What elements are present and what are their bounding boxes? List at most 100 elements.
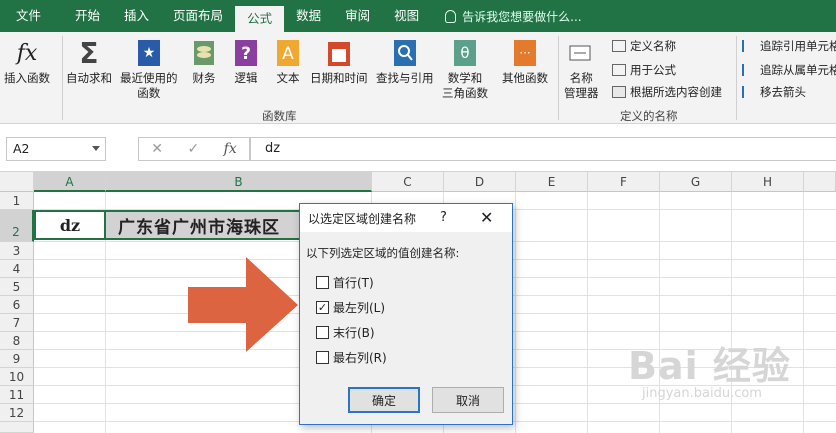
tab-data[interactable]: 数据 (284, 0, 333, 32)
fx-icon[interactable]: fx (224, 141, 237, 157)
defined-names-label: 定义的名称 (620, 109, 678, 123)
col-header-g[interactable]: G (660, 172, 732, 192)
formula-bar: A2 ✕ ✓ fx dz (0, 124, 836, 172)
create-from-selection-label: 根据所选内容创建 (630, 85, 722, 99)
row-header-12[interactable]: 12 (0, 404, 34, 422)
star-book-icon: ★ (135, 38, 163, 68)
checkbox-right-column[interactable] (316, 351, 329, 364)
row-header-9[interactable]: 9 (0, 350, 34, 368)
trace-precedents-icon (742, 40, 756, 52)
tab-formulas[interactable]: 公式 (235, 6, 285, 32)
financial-label: 财务 (192, 71, 216, 85)
tag-icon (612, 40, 626, 52)
row-header-5[interactable]: 5 (0, 278, 34, 296)
grid-tag-icon (612, 86, 626, 98)
lookup-label: 查找与引用 (376, 71, 434, 85)
watermark-brand: Bai 经验 (628, 344, 791, 388)
col-header-h[interactable]: H (732, 172, 804, 192)
recent-label-2: 函数 (137, 86, 161, 100)
sigma-icon: Σ (79, 36, 99, 70)
formula-input[interactable]: dz (250, 137, 836, 161)
check-icon[interactable]: ✓ (187, 141, 199, 157)
col-header-d[interactable]: D (444, 172, 516, 192)
magnifier-book-icon (391, 38, 419, 68)
tab-page-layout[interactable]: 页面布局 (161, 0, 235, 32)
text-a-icon: A (274, 38, 302, 68)
svg-text:★: ★ (142, 45, 155, 61)
tab-review[interactable]: 审阅 (333, 0, 382, 32)
math-label-1: 数学和 (447, 71, 483, 85)
option-right-column[interactable]: 最右列(R) (316, 349, 387, 366)
math-label-2: 三角函数 (442, 86, 488, 100)
math-trig-button[interactable]: θ 数学和 三角函数 (442, 38, 488, 101)
more-functions-button[interactable]: ··· 其他函数 (502, 38, 548, 86)
text-button[interactable]: A 文本 (274, 38, 302, 86)
name-box[interactable]: A2 (6, 137, 106, 161)
svg-text:θ: θ (460, 44, 469, 62)
use-in-formula-button[interactable]: 用于公式 (612, 62, 676, 78)
checkbox-bottom-row[interactable] (316, 326, 329, 339)
define-name-button[interactable]: 定义名称 (612, 38, 676, 54)
trace-dependents-button[interactable]: 追踪从属单元格 (742, 62, 836, 78)
cancel-button[interactable]: 取消 (432, 387, 504, 413)
datetime-button[interactable]: 日期和时间 (310, 38, 368, 86)
remove-arrows-button[interactable]: 移去箭头 (742, 84, 806, 100)
dialog-prompt: 以下列选定区域的值创建名称: (306, 246, 460, 260)
cancel-icon[interactable]: ✕ (151, 141, 163, 157)
row-header-10[interactable]: 10 (0, 368, 34, 386)
recent-functions-button[interactable]: ★ 最近使用的 函数 (120, 38, 178, 101)
row-header-6[interactable]: 6 (0, 296, 34, 314)
financial-button[interactable]: 财务 (190, 38, 218, 86)
formula-buttons: ✕ ✓ fx (138, 137, 250, 161)
row-header-1[interactable]: 1 (0, 192, 34, 210)
option-left-column[interactable]: ✓ 最左列(L) (316, 299, 385, 316)
tab-insert[interactable]: 插入 (112, 0, 161, 32)
option-bottom-row[interactable]: 末行(B) (316, 324, 375, 341)
dialog-titlebar[interactable]: 以选定区域创建名称 ? ✕ (300, 204, 512, 232)
checkbox-left-column[interactable]: ✓ (316, 301, 329, 314)
row-header-3[interactable]: 3 (0, 242, 34, 260)
formula-tag-icon (612, 64, 626, 76)
col-header-a[interactable]: A (34, 172, 106, 192)
cell-a2[interactable]: dz (34, 210, 106, 240)
col-header-c[interactable]: C (372, 172, 444, 192)
calendar-icon (325, 38, 353, 68)
ok-button[interactable]: 确定 (348, 387, 420, 413)
chevron-down-icon[interactable] (92, 146, 100, 151)
checkbox-top-row[interactable] (316, 276, 329, 289)
help-icon[interactable]: ? (440, 210, 447, 225)
col-header-e[interactable]: E (516, 172, 588, 192)
row-header-11[interactable]: 11 (0, 386, 34, 404)
trace-dependents-icon (742, 64, 756, 76)
autosum-button[interactable]: Σ 自动求和 (66, 38, 112, 86)
ribbon-formulas: fx 插入函数 Σ 自动求和 ★ 最近使用的 函数 财务 ? 逻辑 A 文本 日… (0, 32, 836, 124)
tab-home[interactable]: 开始 (53, 0, 112, 32)
row-header-7[interactable]: 7 (0, 314, 34, 332)
coins-icon (190, 38, 218, 68)
function-library-label: 函数库 (262, 109, 297, 123)
col-header-b[interactable]: B (106, 172, 372, 192)
select-all-corner[interactable] (0, 172, 34, 192)
insert-function-button[interactable]: fx 插入函数 (4, 38, 50, 86)
lookup-button[interactable]: 查找与引用 (376, 38, 434, 86)
trace-precedents-button[interactable]: 追踪引用单元格 (742, 38, 836, 54)
close-icon[interactable]: ✕ (480, 208, 493, 227)
autosum-label: 自动求和 (66, 71, 112, 85)
logical-button[interactable]: ? 逻辑 (232, 38, 260, 86)
row-header-4[interactable]: 4 (0, 260, 34, 278)
baidu-watermark: Bai 经验 jingyan.baidu.com (628, 335, 791, 401)
row-header-8[interactable]: 8 (0, 332, 34, 350)
orange-arrow-icon (188, 257, 298, 352)
row-header-2[interactable]: 2 (0, 210, 34, 242)
lightbulb-icon (445, 9, 457, 23)
option-top-row[interactable]: 首行(T) (316, 274, 374, 291)
option-right-column-label: 最右列(R) (333, 351, 387, 365)
dialog-title: 以选定区域创建名称 (308, 211, 417, 226)
name-manager-button[interactable]: 名称 管理器 (564, 38, 599, 101)
tab-view[interactable]: 视图 (382, 0, 431, 32)
row-header-13-partial (0, 422, 34, 433)
tab-file[interactable]: 文件 (0, 0, 53, 32)
create-from-selection-button[interactable]: 根据所选内容创建 (612, 84, 722, 100)
tell-me-box[interactable]: 告诉我您想要做什么... (445, 8, 582, 25)
col-header-f[interactable]: F (588, 172, 660, 192)
